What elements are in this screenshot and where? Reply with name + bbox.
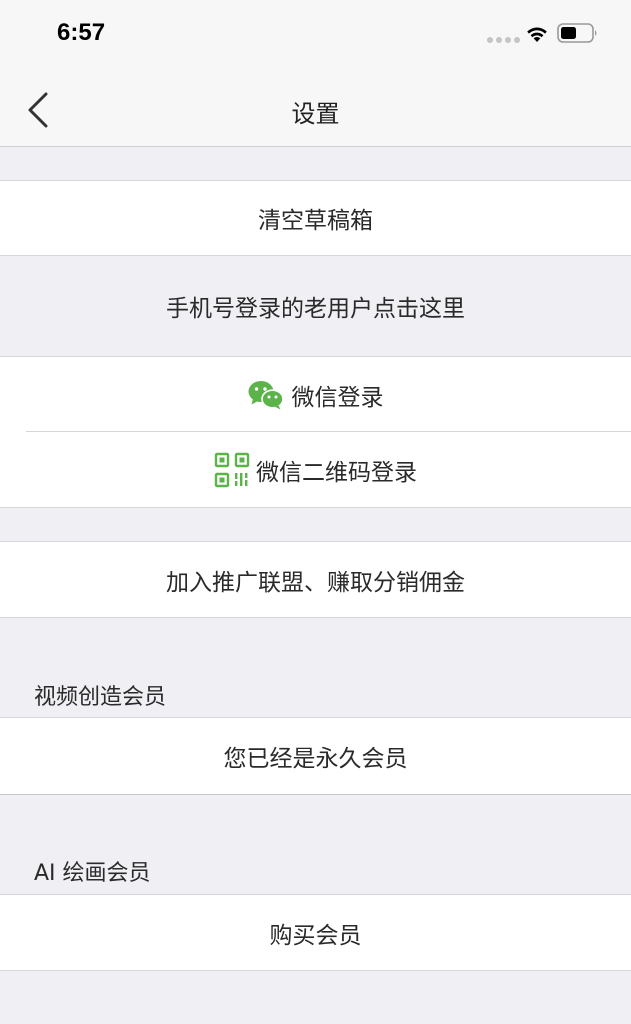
permanent-member-label: 您已经是永久会员: [223, 746, 408, 772]
old-phone-user-login-label: 手机号登录的老用户点击这里: [166, 296, 465, 322]
battery-icon: [557, 23, 597, 43]
wechat-qr-login-label: 微信二维码登录: [256, 459, 417, 486]
navigation-bar: 设置: [0, 68, 631, 147]
qr-code-icon: [214, 452, 250, 487]
ai-membership-section-title: AI 绘画会员: [34, 861, 151, 886]
clear-drafts-label: 清空草稿箱: [258, 208, 373, 234]
old-phone-user-login-button[interactable]: 手机号登录的老用户点击这里: [0, 257, 631, 355]
clear-drafts-button[interactable]: 清空草稿箱: [0, 180, 631, 256]
buy-membership-button[interactable]: 购买会员: [0, 894, 631, 971]
wechat-login-label: 微信登录: [291, 384, 384, 411]
wechat-qr-login-button[interactable]: 微信二维码登录: [0, 432, 631, 508]
status-bar: 6:57: [0, 0, 631, 68]
join-affiliate-button[interactable]: 加入推广联盟、赚取分销佣金: [0, 541, 631, 618]
cellular-signal-icon: [487, 37, 520, 43]
buy-membership-label: 购买会员: [269, 922, 362, 949]
video-membership-section-title: 视频创造会员: [34, 685, 167, 710]
status-time: 6:57: [57, 19, 106, 46]
page-title: 设置: [291, 100, 340, 128]
wechat-login-button[interactable]: 微信登录: [0, 356, 631, 432]
permanent-member-status: 您已经是永久会员: [0, 717, 631, 795]
wifi-icon: [527, 27, 547, 42]
join-affiliate-label: 加入推广联盟、赚取分销佣金: [166, 569, 465, 596]
wechat-icon: [248, 380, 284, 409]
